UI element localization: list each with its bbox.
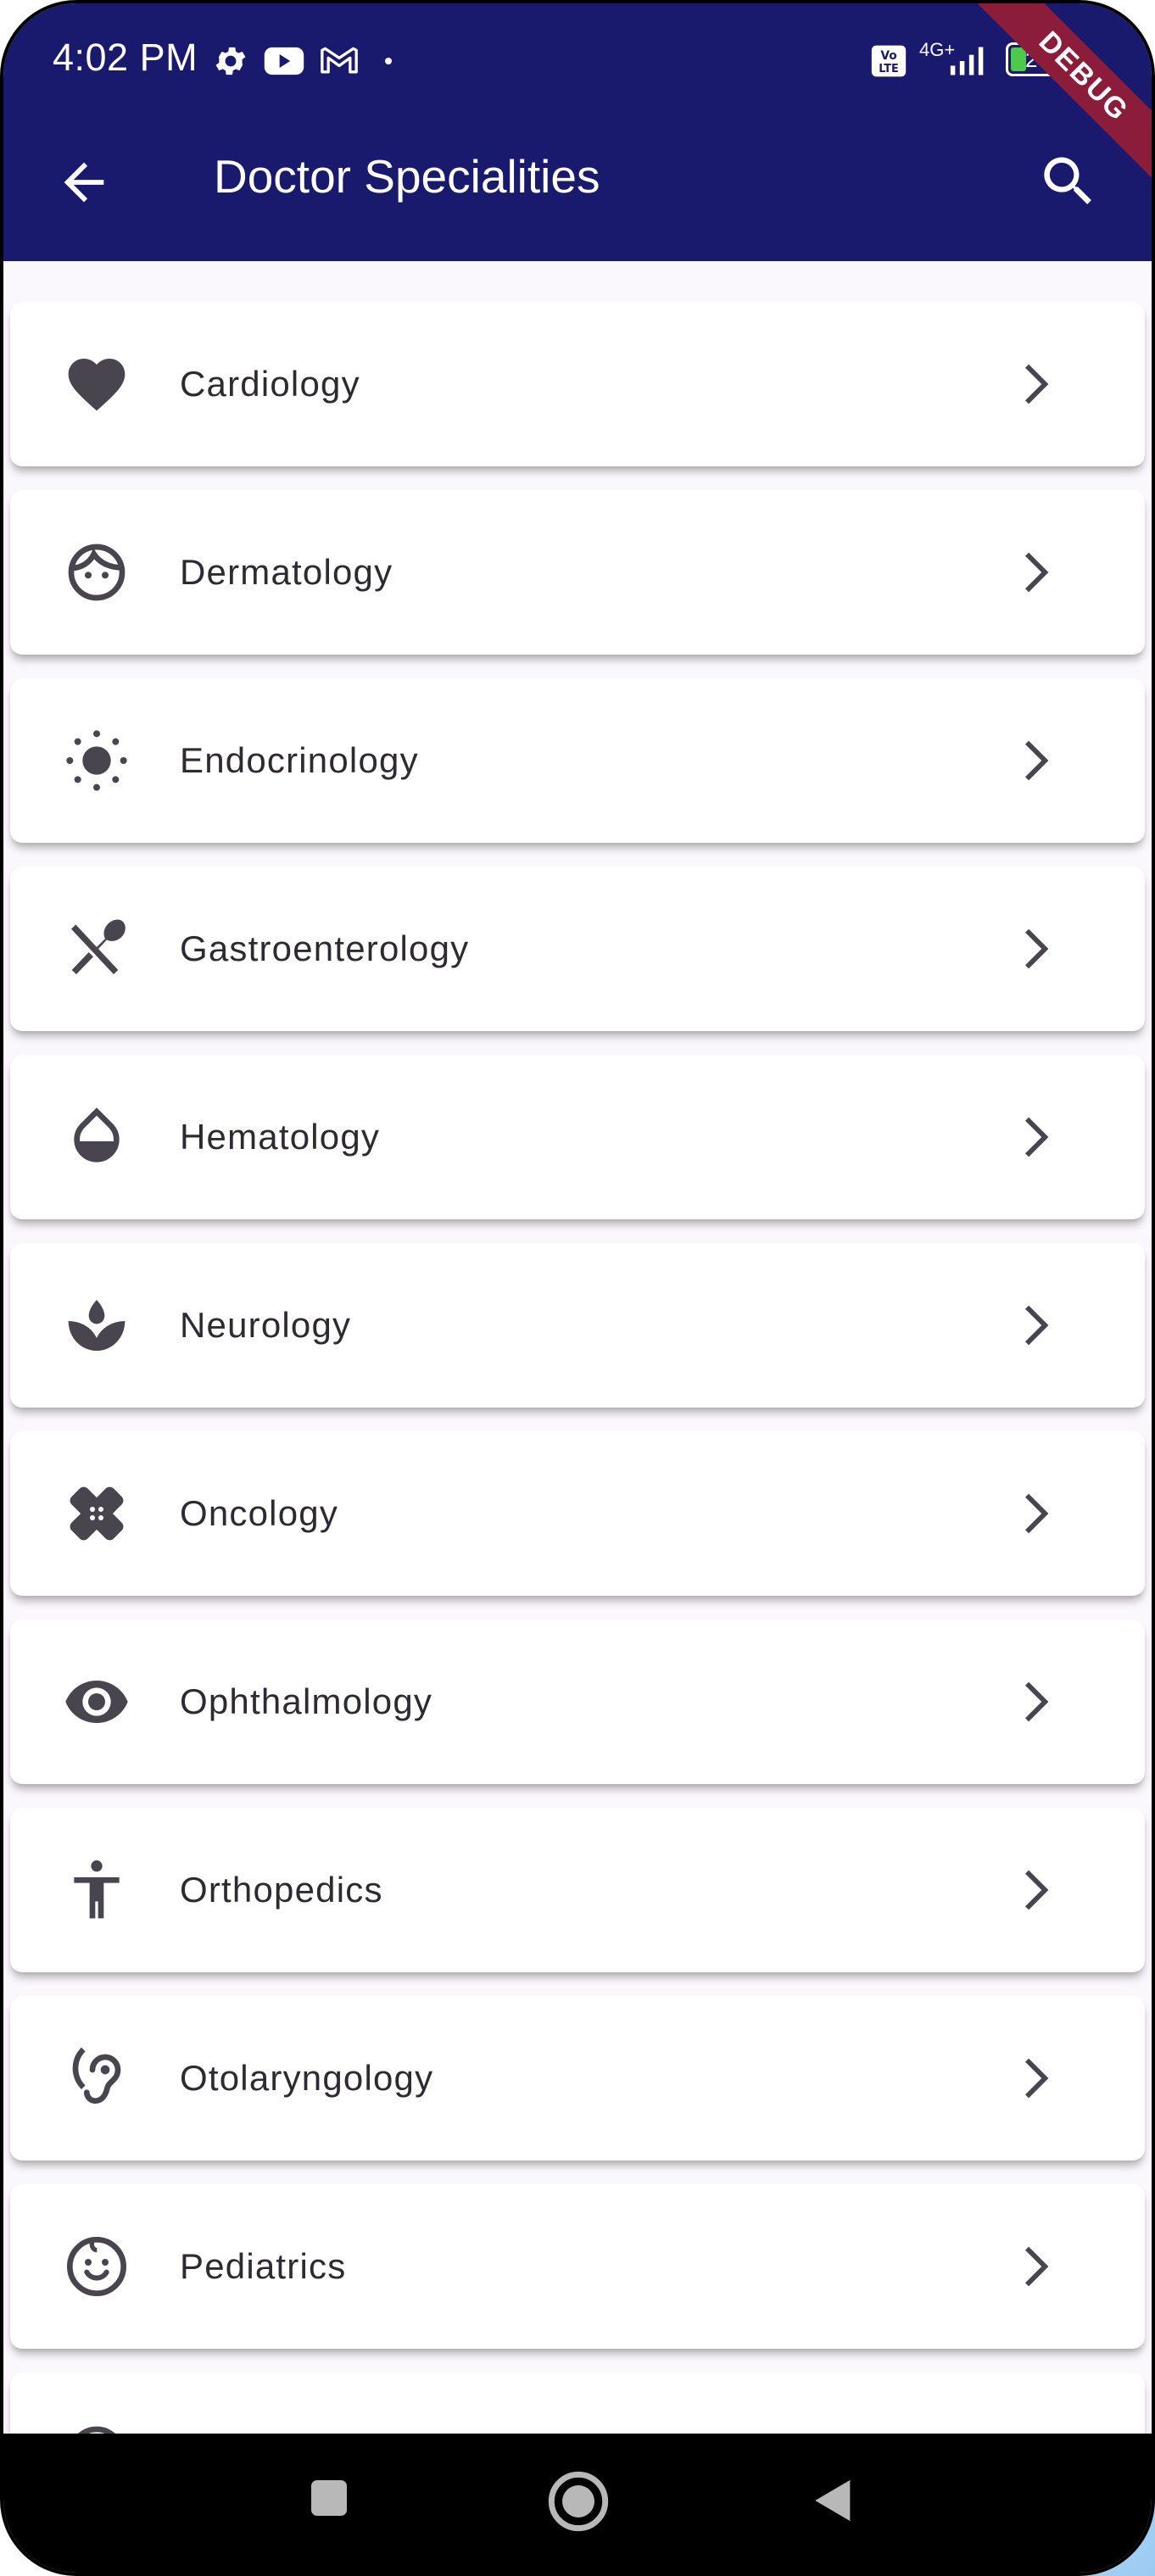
speciality-row-neurology[interactable]: Neurology [10,1243,1145,1408]
chevron-right-icon [1025,2058,1049,2099]
speciality-row-dermatology[interactable]: Dermatology [10,490,1145,655]
app-bar: 4:02 PM Vo LTE 4G+ DEBUG Doctor Speciali… [3,3,1152,261]
speciality-label: Neurology [180,1305,352,1345]
volte-icon: Vo LTE [871,45,907,77]
speciality-row-orthopedics[interactable]: Orthopedics [10,1808,1145,1972]
status-time: 4:02 PM [53,36,198,79]
chevron-right-icon [1025,740,1049,781]
signal-icon [950,47,984,75]
chevron-right-icon [1025,928,1049,969]
notification-dot-icon [385,58,392,64]
accessibility-icon [74,1860,120,1919]
speciality-label: Dermatology [180,552,393,592]
settings-icon [215,47,246,75]
recents-icon[interactable] [305,2474,353,2522]
speciality-row-ophthalmology[interactable]: Ophthalmology [10,1620,1145,1784]
speciality-label: Hematology [180,1117,381,1157]
status-bar: 4:02 PM Vo LTE 4G+ DEBUG [3,3,1152,183]
chevron-right-icon [1025,1493,1049,1534]
speciality-row-gastroenterology[interactable]: Gastroenterology [10,867,1145,1031]
speciality-label: Gastroenterology [180,928,470,968]
youtube-icon [264,47,304,75]
speciality-label: Ophthalmology [180,1681,433,1721]
chevron-right-icon [1025,1870,1049,1910]
chevron-right-icon [1025,1305,1049,1346]
back-nav-icon[interactable] [809,2474,858,2527]
back-arrow-icon[interactable] [54,153,114,212]
chevron-right-icon [1025,364,1049,404]
sun-icon [66,730,127,791]
speciality-label: Pediatrics [180,2246,347,2286]
svg-text:LTE: LTE [879,63,899,75]
speciality-label: Orthopedics [180,1870,383,1910]
screen: 4:02 PM Vo LTE 4G+ DEBUG Doctor Speciali… [3,3,1152,2573]
page-title: Doctor Specialities [214,150,600,203]
speciality-row-hematology[interactable]: Hematology [10,1055,1145,1219]
speciality-row-pediatrics[interactable]: Pediatrics [10,2184,1145,2349]
speciality-row-partial[interactable] [10,2372,1145,2434]
speciality-label: Oncology [180,1493,339,1533]
chevron-right-icon [1025,552,1049,593]
svg-text:Vo: Vo [880,49,896,63]
speciality-label: Otolaryngology [180,2058,434,2098]
speciality-label: Cardiology [180,364,360,404]
fork-spoon-icon [71,919,126,974]
search-icon[interactable] [1036,149,1101,214]
speciality-label: Endocrinology [180,740,419,780]
speciality-list: Cardiology Dermatology Endocrinology Gas… [3,261,1152,2434]
speciality-row-otolaryngology[interactable]: Otolaryngology [10,1996,1145,2161]
chevron-right-icon [1025,1681,1049,1722]
speciality-row-endocrinology[interactable]: Endocrinology [10,678,1145,843]
chevron-right-icon [1025,1117,1049,1157]
gmail-icon [321,47,358,74]
system-nav-bar [3,2434,1152,2573]
spa-icon [68,1300,126,1351]
heart-icon [68,359,126,411]
chevron-right-icon [1007,2425,1067,2434]
bandage-icon [70,1486,124,1541]
eye-icon [65,1681,128,1723]
phone-frame: 4:02 PM Vo LTE 4G+ DEBUG Doctor Speciali… [0,0,1155,2576]
hearing-icon [72,2047,121,2105]
partial-icon [77,2426,116,2434]
chevron-right-icon [1025,2246,1049,2287]
speciality-row-cardiology[interactable]: Cardiology [10,302,1145,466]
face-icon [68,544,126,601]
speciality-row-oncology[interactable]: Oncology [10,1431,1145,1596]
baby-face-icon [66,2237,127,2296]
water-drop-icon [74,1107,120,1163]
home-icon[interactable] [546,2469,611,2534]
